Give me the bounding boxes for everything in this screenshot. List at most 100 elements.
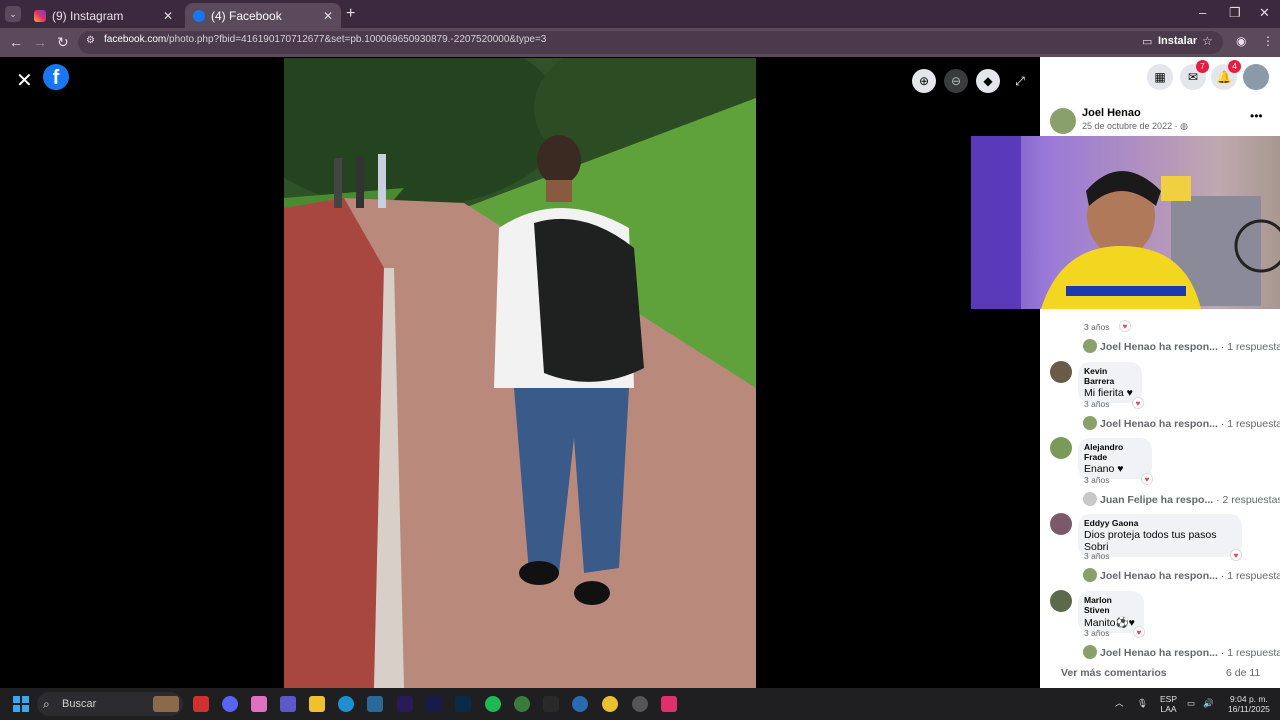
author-name[interactable]: Joel Henao <box>1082 107 1141 119</box>
bookmark-star-icon[interactable]: ☆ <box>1202 34 1213 48</box>
restore-button[interactable]: ❐ <box>1229 5 1241 21</box>
see-more-comments-link[interactable]: Ver más comentarios <box>1061 667 1167 679</box>
xbox-icon[interactable] <box>514 696 530 712</box>
heart-reaction-icon[interactable]: ♥ <box>1230 549 1242 561</box>
commenter-name[interactable]: Marlon Stiven <box>1084 595 1138 615</box>
comment-time[interactable]: 3 años <box>1084 322 1110 332</box>
notifications-badge: 4 <box>1228 60 1241 73</box>
chrome-icon[interactable] <box>602 696 618 712</box>
search-icon: ⌕ <box>43 697 50 711</box>
tab-title: (9) Instagram <box>52 8 124 23</box>
language-indicator[interactable]: ESP LAA <box>1160 694 1177 714</box>
microphone-icon[interactable]: 🎙 <box>1137 698 1148 708</box>
close-window-button[interactable]: ✕ <box>1259 5 1270 21</box>
close-viewer-icon[interactable]: ✕ <box>16 68 33 93</box>
commenter-avatar[interactable] <box>1050 590 1072 612</box>
copilot-icon[interactable] <box>251 696 267 712</box>
view-replies-link[interactable]: Joel Henao ha respon... · 1 respuesta <box>1100 341 1280 353</box>
heart-reaction-icon[interactable]: ♥ <box>1132 397 1144 409</box>
reply-avatar <box>1083 645 1097 659</box>
install-button[interactable]: Instalar <box>1158 35 1197 47</box>
edge-icon[interactable] <box>338 696 354 712</box>
tab-facebook[interactable]: (4) Facebook ✕ <box>185 3 341 28</box>
view-replies-link[interactable]: Juan Felipe ha respo... · 2 respuestas <box>1100 494 1280 506</box>
webcam-overlay <box>971 136 1280 309</box>
commenter-avatar[interactable] <box>1050 361 1072 383</box>
forward-button[interactable]: → <box>33 34 47 50</box>
discord-icon[interactable] <box>222 696 238 712</box>
close-tab-icon[interactable]: ✕ <box>163 9 173 23</box>
obs-icon[interactable] <box>632 696 648 712</box>
back-button[interactable]: ← <box>9 34 23 50</box>
store-icon[interactable] <box>367 696 383 712</box>
menu-icon[interactable]: ⋮ <box>1262 34 1274 48</box>
tag-button[interactable]: ◆ <box>976 69 1000 93</box>
minimize-button[interactable]: – <box>1199 5 1206 20</box>
widget-thumbnail-icon[interactable] <box>153 696 179 712</box>
file-explorer-icon[interactable] <box>309 696 325 712</box>
commenter-name[interactable]: Kevin Barrera <box>1084 366 1136 386</box>
tiktok-icon[interactable] <box>661 696 677 712</box>
app-icon-blue[interactable] <box>572 696 588 712</box>
post-photo <box>284 58 756 688</box>
more-options-icon[interactable]: ••• <box>1250 109 1263 123</box>
reply-avatar <box>1083 339 1097 353</box>
zoom-out-button[interactable]: ⊖ <box>944 69 968 93</box>
account-avatar[interactable] <box>1243 64 1269 90</box>
commenter-avatar[interactable] <box>1050 437 1072 459</box>
commenter-avatar[interactable] <box>1050 513 1072 535</box>
post-date[interactable]: 25 de octubre de 2022 · ◍ <box>1082 121 1188 132</box>
comment-time[interactable]: 3 años <box>1084 475 1110 485</box>
comment-text: Enano ♥ <box>1084 463 1124 475</box>
network-icon[interactable]: ▭ <box>1187 698 1195 708</box>
photo-illustration <box>284 58 756 688</box>
facebook-icon <box>193 9 205 22</box>
menu-grid-icon[interactable]: ▦ <box>1147 64 1173 90</box>
view-replies-link[interactable]: Joel Henao ha respon... · 1 respuesta <box>1100 570 1280 582</box>
comment-text: Mi fierita ♥ <box>1084 387 1133 399</box>
tab-instagram[interactable]: (9) Instagram ✕ <box>26 3 181 28</box>
fullscreen-button[interactable]: ⤢ <box>1008 69 1032 93</box>
spotify-icon[interactable] <box>485 696 501 712</box>
teams-icon[interactable] <box>280 696 296 712</box>
view-replies-link[interactable]: Joel Henao ha respon... · 1 respuesta <box>1100 647 1280 659</box>
author-avatar[interactable] <box>1050 108 1076 134</box>
windows-start-icon[interactable] <box>13 696 29 712</box>
heart-reaction-icon[interactable]: ♥ <box>1133 626 1145 638</box>
commenter-name[interactable]: Eddyy Gaona <box>1084 518 1236 528</box>
comment-bubble: Kevin Barrera Mi fierita ♥ <box>1078 362 1142 403</box>
photoshop-icon[interactable] <box>455 696 471 712</box>
heart-reaction-icon[interactable]: ♥ <box>1141 473 1153 485</box>
tab-title: (4) Facebook <box>211 8 282 23</box>
after-effects-icon[interactable] <box>397 696 413 712</box>
tab-search-button[interactable]: ⌄ <box>5 6 21 22</box>
comment-time[interactable]: 3 años <box>1084 399 1110 409</box>
site-info-icon[interactable]: ⚙ <box>86 35 95 46</box>
zoom-in-button[interactable]: ⊕ <box>912 69 936 93</box>
volume-icon[interactable]: 🔊 <box>1203 698 1214 708</box>
reload-button[interactable]: ↻ <box>57 34 69 51</box>
reply-avatar <box>1083 568 1097 582</box>
comment-bubble: Alejandro Frade Enano ♥ <box>1078 438 1152 479</box>
show-hidden-icons-icon[interactable]: ︿ <box>1115 698 1124 708</box>
instagram-icon <box>34 9 46 22</box>
capcut-icon[interactable] <box>543 696 559 712</box>
new-tab-button[interactable]: + <box>346 5 355 23</box>
facebook-logo-icon[interactable]: f <box>43 64 69 90</box>
profile-icon[interactable]: ◉ <box>1236 34 1246 48</box>
comment-time[interactable]: 3 años <box>1084 628 1110 638</box>
commenter-name[interactable]: Alejandro Frade <box>1084 442 1146 462</box>
app-icon-red[interactable] <box>193 696 209 712</box>
url-text[interactable]: facebook.com/photo.php?fbid=416190170712… <box>104 34 546 45</box>
premiere-icon[interactable] <box>426 696 442 712</box>
comment-time[interactable]: 3 años <box>1084 551 1110 561</box>
heart-reaction-icon[interactable]: ♥ <box>1119 320 1131 332</box>
comment-page-count: 6 de 11 <box>1226 667 1261 679</box>
view-replies-link[interactable]: Joel Henao ha respon... · 1 respuesta <box>1100 418 1280 430</box>
reply-avatar <box>1083 416 1097 430</box>
messenger-badge: 7 <box>1196 60 1209 73</box>
clock[interactable]: 9:04 p. m. 16/11/2025 <box>1228 694 1270 714</box>
reply-avatar <box>1083 492 1097 506</box>
install-icon: ▭ <box>1142 36 1153 48</box>
close-tab-icon[interactable]: ✕ <box>323 9 333 23</box>
